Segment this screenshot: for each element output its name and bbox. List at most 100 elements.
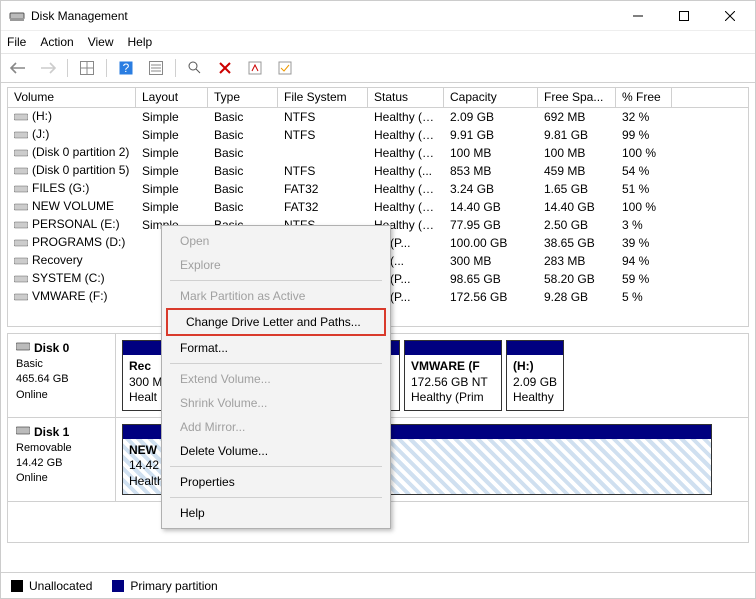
volume-pctfree: 100 % (616, 200, 672, 214)
forward-button[interactable] (37, 57, 59, 79)
volume-pctfree: 3 % (616, 218, 672, 232)
volume-name: VMWARE (F:) (32, 289, 108, 303)
partition-box[interactable]: VMWARE (F172.56 GB NTHealthy (Prim (404, 340, 502, 411)
context-menu-item: Extend Volume... (162, 367, 390, 391)
menu-view[interactable]: View (88, 35, 114, 49)
window-title: Disk Management (31, 9, 615, 23)
volume-capacity: 77.95 GB (444, 218, 538, 232)
svg-text:?: ? (123, 61, 130, 75)
table-row[interactable]: NEW VOLUMESimpleBasicFAT32Healthy (P...1… (8, 198, 748, 216)
drive-icon (14, 200, 28, 215)
volume-status: Healthy (P... (368, 200, 444, 214)
refresh-scan-icon[interactable] (184, 57, 206, 79)
volume-capacity: 100 MB (444, 146, 538, 160)
volume-name: Recovery (32, 253, 83, 267)
drive-icon (14, 290, 28, 305)
column-volume[interactable]: Volume (8, 88, 136, 107)
back-button[interactable] (7, 57, 29, 79)
context-menu-item[interactable]: Help (162, 501, 390, 525)
volume-capacity: 2.09 GB (444, 110, 538, 124)
volume-pctfree: 99 % (616, 128, 672, 142)
volume-freespace: 58.20 GB (538, 272, 616, 286)
drive-icon (14, 146, 28, 161)
volume-type: Basic (208, 128, 278, 142)
volume-name: (Disk 0 partition 5) (32, 163, 129, 177)
volume-capacity: 100.00 GB (444, 236, 538, 250)
disk-state: Online (16, 471, 107, 486)
legend-primary: Primary partition (112, 579, 217, 593)
volume-type: Basic (208, 146, 278, 160)
list-check-icon[interactable] (274, 57, 296, 79)
settings-list-icon[interactable] (145, 57, 167, 79)
volume-status: Healthy (P... (368, 182, 444, 196)
volume-layout: Simple (136, 200, 208, 214)
context-menu: OpenExploreMark Partition as ActiveChang… (161, 225, 391, 529)
volume-pctfree: 51 % (616, 182, 672, 196)
help-icon[interactable]: ? (115, 57, 137, 79)
column-layout[interactable]: Layout (136, 88, 208, 107)
volume-layout: Simple (136, 128, 208, 142)
volume-freespace: 692 MB (538, 110, 616, 124)
volume-freespace: 2.50 GB (538, 218, 616, 232)
context-menu-item[interactable]: Change Drive Letter and Paths... (166, 308, 386, 336)
volume-freespace: 38.65 GB (538, 236, 616, 250)
delete-icon[interactable] (214, 57, 236, 79)
titlebar: Disk Management (1, 1, 755, 31)
volume-name: PERSONAL (E:) (32, 217, 120, 231)
column-freespace[interactable]: Free Spa... (538, 88, 616, 107)
volume-freespace: 459 MB (538, 164, 616, 178)
column-status[interactable]: Status (368, 88, 444, 107)
maximize-button[interactable] (661, 1, 707, 31)
disk-info: Disk 1Removable14.42 GBOnline (8, 418, 116, 501)
legend: Unallocated Primary partition (1, 572, 755, 598)
table-row[interactable]: (H:)SimpleBasicNTFSHealthy (P...2.09 GB6… (8, 108, 748, 126)
partition-box[interactable]: (H:)2.09 GBHealthy (506, 340, 564, 411)
volume-name: (J:) (32, 127, 49, 141)
volume-type: Basic (208, 110, 278, 124)
volume-filesystem: FAT32 (278, 182, 368, 196)
disk-state: Online (16, 388, 107, 403)
volume-capacity: 172.56 GB (444, 290, 538, 304)
disk-icon (16, 340, 30, 357)
volume-pctfree: 100 % (616, 146, 672, 160)
close-button[interactable] (707, 1, 753, 31)
toolbar: ? (1, 53, 755, 83)
volume-type: Basic (208, 200, 278, 214)
minimize-button[interactable] (615, 1, 661, 31)
column-pctfree[interactable]: % Free (616, 88, 672, 107)
column-type[interactable]: Type (208, 88, 278, 107)
partition-box[interactable]: Rec300 MHealt (122, 340, 164, 411)
partition-size: 300 M (129, 375, 157, 391)
table-row[interactable]: FILES (G:)SimpleBasicFAT32Healthy (P...3… (8, 180, 748, 198)
volume-filesystem: FAT32 (278, 200, 368, 214)
volume-layout: Simple (136, 182, 208, 196)
disk-icon (16, 424, 30, 441)
volume-freespace: 9.28 GB (538, 290, 616, 304)
partition-status: Healt (129, 390, 157, 406)
view-grid-icon[interactable] (76, 57, 98, 79)
context-menu-item: Explore (162, 253, 390, 277)
drive-icon (14, 272, 28, 287)
disk-info: Disk 0Basic465.64 GBOnline (8, 334, 116, 417)
drive-icon (14, 164, 28, 179)
context-menu-item[interactable]: Format... (162, 336, 390, 360)
menu-help[interactable]: Help (128, 35, 153, 49)
properties-icon[interactable] (244, 57, 266, 79)
drive-icon (14, 218, 28, 233)
column-filesystem[interactable]: File System (278, 88, 368, 107)
context-menu-item: Mark Partition as Active (162, 284, 390, 308)
disk-type: Removable (16, 441, 107, 456)
context-menu-item: Shrink Volume... (162, 391, 390, 415)
table-row[interactable]: (Disk 0 partition 2)SimpleBasicHealthy (… (8, 144, 748, 162)
context-menu-item[interactable]: Properties (162, 470, 390, 494)
table-header: Volume Layout Type File System Status Ca… (8, 88, 748, 108)
volume-status: Healthy (E... (368, 146, 444, 160)
menu-action[interactable]: Action (40, 35, 73, 49)
context-menu-item[interactable]: Delete Volume... (162, 439, 390, 463)
column-capacity[interactable]: Capacity (444, 88, 538, 107)
table-row[interactable]: (J:)SimpleBasicNTFSHealthy (P...9.91 GB9… (8, 126, 748, 144)
menu-file[interactable]: File (7, 35, 26, 49)
table-row[interactable]: (Disk 0 partition 5)SimpleBasicNTFSHealt… (8, 162, 748, 180)
partition-name: (H:) (513, 359, 557, 375)
disk-type: Basic (16, 357, 107, 372)
